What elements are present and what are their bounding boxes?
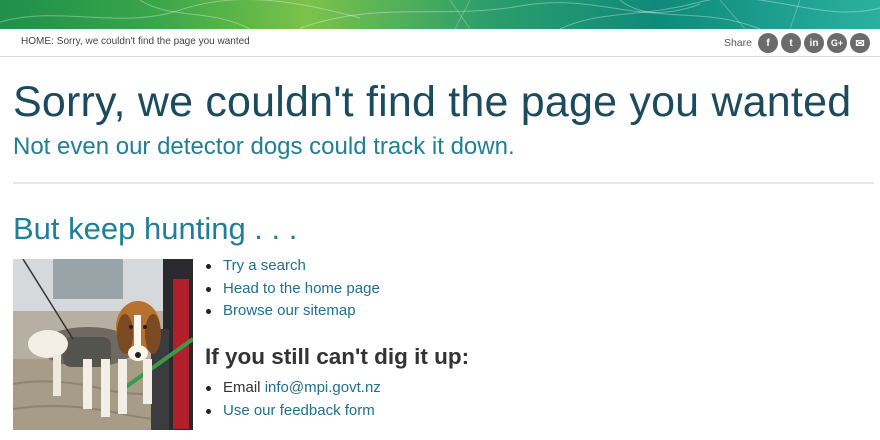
share-label: Share	[723, 37, 752, 49]
keep-hunting-heading: But keep hunting . . .	[13, 211, 298, 246]
page-title: Sorry, we couldn't find the page you wan…	[13, 78, 852, 126]
email-link[interactable]: info@mpi.govt.nz	[265, 379, 381, 396]
google-plus-icon[interactable]: G+	[827, 33, 847, 53]
breadcrumb-home[interactable]: HOME:	[21, 36, 54, 47]
detector-dog-image	[13, 259, 193, 430]
twitter-icon[interactable]: t	[781, 33, 801, 53]
breadcrumb-current: Sorry, we couldn't find the page you wan…	[56, 36, 250, 47]
banner-pattern	[0, 0, 880, 29]
list-item: Use our feedback form	[205, 400, 381, 423]
breadcrumb: HOME: Sorry, we couldn't find the page yo…	[21, 36, 250, 47]
list-item: Head to the home page	[205, 278, 380, 301]
header-banner	[0, 0, 880, 29]
feedback-form-link[interactable]: Use our feedback form	[223, 402, 375, 419]
home-page-link[interactable]: Head to the home page	[223, 280, 380, 297]
dig-it-up-heading: If you still can't dig it up:	[205, 344, 470, 369]
contact-list: Email info@mpi.govt.nz Use our feedback …	[205, 377, 381, 422]
detector-dog-illustration	[13, 259, 193, 430]
page-subtitle: Not even our detector dogs could track i…	[13, 133, 515, 160]
list-item: Try a search	[205, 255, 380, 278]
list-item: Email info@mpi.govt.nz	[205, 377, 381, 400]
share-bar: Share f t in G+ ✉	[724, 33, 870, 53]
email-prefix: Email	[223, 379, 261, 396]
email-icon[interactable]: ✉	[850, 33, 870, 53]
list-item: Browse our sitemap	[205, 300, 380, 323]
suggestion-list: Try a search Head to the home page Brows…	[205, 255, 380, 323]
search-link[interactable]: Try a search	[223, 257, 306, 274]
facebook-icon[interactable]: f	[758, 33, 778, 53]
divider	[13, 182, 874, 184]
linkedin-icon[interactable]: in	[804, 33, 824, 53]
sitemap-link[interactable]: Browse our sitemap	[223, 302, 356, 319]
breadcrumb-bar: HOME: Sorry, we couldn't find the page yo…	[0, 29, 880, 57]
